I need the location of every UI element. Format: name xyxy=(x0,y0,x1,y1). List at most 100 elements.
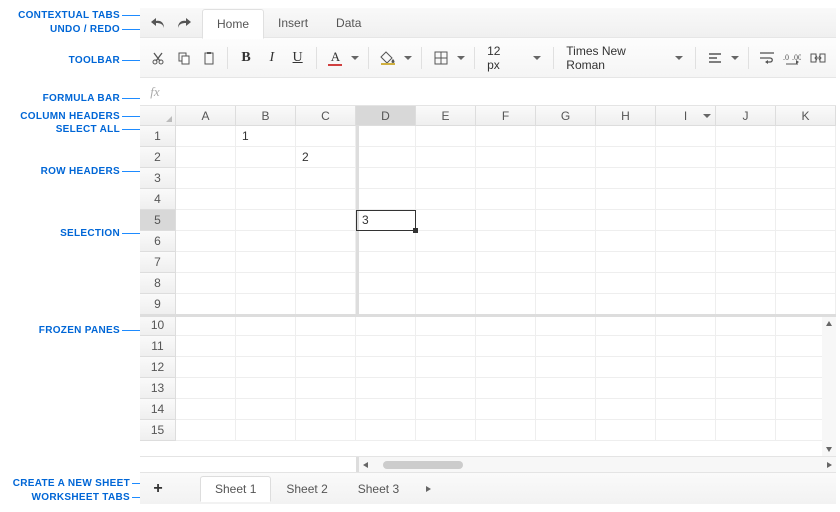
cell[interactable] xyxy=(356,231,416,252)
cell[interactable] xyxy=(356,294,416,315)
cell[interactable] xyxy=(476,273,536,294)
cell[interactable] xyxy=(596,189,656,210)
cell[interactable] xyxy=(416,126,476,147)
cell[interactable] xyxy=(716,126,776,147)
cell[interactable] xyxy=(416,210,476,231)
cell[interactable] xyxy=(296,420,356,441)
cell[interactable] xyxy=(356,126,416,147)
cell[interactable] xyxy=(536,399,596,420)
cell[interactable] xyxy=(416,399,476,420)
frozen-pane-horizontal[interactable] xyxy=(140,314,836,317)
sheet-tab-2[interactable]: Sheet 2 xyxy=(271,476,342,502)
row-header[interactable]: 5 xyxy=(140,210,176,231)
cell[interactable] xyxy=(296,357,356,378)
cell[interactable] xyxy=(716,252,776,273)
cell[interactable] xyxy=(656,294,716,315)
scroll-track[interactable] xyxy=(373,460,822,470)
cell[interactable] xyxy=(716,168,776,189)
cell[interactable] xyxy=(236,336,296,357)
row-header[interactable]: 7 xyxy=(140,252,176,273)
cut-button[interactable] xyxy=(146,45,170,71)
cell[interactable] xyxy=(536,252,596,273)
cell[interactable] xyxy=(416,231,476,252)
italic-button[interactable]: I xyxy=(260,45,284,71)
cell[interactable] xyxy=(356,189,416,210)
cell[interactable] xyxy=(596,126,656,147)
borders-button[interactable] xyxy=(428,45,468,71)
cell[interactable] xyxy=(536,420,596,441)
cell[interactable] xyxy=(656,210,716,231)
cell[interactable] xyxy=(356,252,416,273)
font-name-select[interactable]: Times New Roman xyxy=(560,45,689,71)
cell[interactable] xyxy=(656,252,716,273)
cell[interactable] xyxy=(716,294,776,315)
cell[interactable] xyxy=(416,168,476,189)
cell[interactable] xyxy=(476,420,536,441)
cell[interactable] xyxy=(716,273,776,294)
cell[interactable] xyxy=(356,336,416,357)
row-header[interactable]: 6 xyxy=(140,231,176,252)
scroll-left-button[interactable] xyxy=(359,458,373,472)
cell[interactable] xyxy=(536,189,596,210)
row-header[interactable]: 2 xyxy=(140,147,176,168)
cell[interactable] xyxy=(236,420,296,441)
col-header-c[interactable]: C xyxy=(296,106,356,126)
cell[interactable] xyxy=(476,168,536,189)
cell[interactable] xyxy=(236,315,296,336)
cell[interactable] xyxy=(176,147,236,168)
underline-button[interactable]: U xyxy=(286,45,310,71)
cell[interactable] xyxy=(476,252,536,273)
col-header-k[interactable]: K xyxy=(776,106,836,126)
cell[interactable] xyxy=(296,168,356,189)
cell[interactable]: 3 xyxy=(356,210,416,231)
cell[interactable] xyxy=(656,378,716,399)
cell[interactable] xyxy=(776,189,836,210)
cell[interactable] xyxy=(596,336,656,357)
fill-color-button[interactable] xyxy=(375,45,415,71)
row-header[interactable]: 14 xyxy=(140,399,176,420)
cell[interactable]: 1 xyxy=(236,126,296,147)
col-header-j[interactable]: J xyxy=(716,106,776,126)
cell[interactable] xyxy=(656,147,716,168)
cell[interactable] xyxy=(176,189,236,210)
frozen-pane-vertical[interactable] xyxy=(356,126,359,314)
scroll-down-button[interactable] xyxy=(822,442,836,456)
cell[interactable] xyxy=(776,168,836,189)
cell[interactable] xyxy=(416,336,476,357)
cell[interactable] xyxy=(236,189,296,210)
cell[interactable] xyxy=(596,315,656,336)
cell[interactable] xyxy=(716,336,776,357)
cell[interactable] xyxy=(236,168,296,189)
cell[interactable] xyxy=(476,189,536,210)
cell[interactable] xyxy=(536,357,596,378)
cell[interactable] xyxy=(656,336,716,357)
cell[interactable] xyxy=(236,357,296,378)
cell[interactable] xyxy=(476,357,536,378)
cell[interactable] xyxy=(236,147,296,168)
cell[interactable] xyxy=(236,399,296,420)
merge-button[interactable] xyxy=(806,45,830,71)
col-header-f[interactable]: F xyxy=(476,106,536,126)
cell[interactable] xyxy=(236,231,296,252)
col-header-e[interactable]: E xyxy=(416,106,476,126)
cell[interactable] xyxy=(296,336,356,357)
cell[interactable] xyxy=(476,336,536,357)
cell[interactable] xyxy=(476,231,536,252)
cell[interactable] xyxy=(356,147,416,168)
cell[interactable] xyxy=(416,294,476,315)
cell[interactable] xyxy=(176,357,236,378)
col-header-d[interactable]: D xyxy=(356,106,416,126)
col-header-b[interactable]: B xyxy=(236,106,296,126)
cell[interactable] xyxy=(716,147,776,168)
cell[interactable] xyxy=(416,252,476,273)
font-size-select[interactable]: 12 px xyxy=(481,45,547,71)
cell[interactable] xyxy=(416,273,476,294)
cell[interactable] xyxy=(776,294,836,315)
scroll-thumb[interactable] xyxy=(383,461,463,469)
cell[interactable] xyxy=(416,189,476,210)
cell[interactable] xyxy=(476,378,536,399)
row-header[interactable]: 8 xyxy=(140,273,176,294)
cell[interactable] xyxy=(176,252,236,273)
cell[interactable] xyxy=(656,168,716,189)
cell[interactable] xyxy=(716,378,776,399)
